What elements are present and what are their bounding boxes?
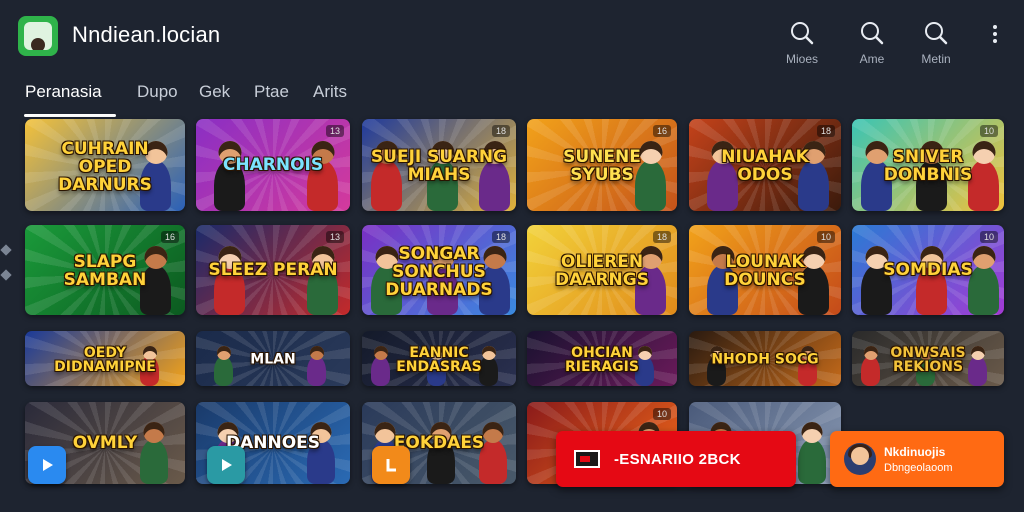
game-title: SUNENE SYUBS xyxy=(563,146,641,185)
game-card[interactable]: ONWSAIS REKIONS xyxy=(852,331,1004,386)
game-title: CHARNOIS xyxy=(222,154,324,175)
game-title: ONWSAIS REKIONS xyxy=(890,344,966,375)
age-rating-badge: 10 xyxy=(816,231,835,243)
play-button[interactable] xyxy=(28,446,66,484)
game-card[interactable]: NHODH SOCG xyxy=(689,331,841,386)
game-title: SNIVER DONBNIS xyxy=(883,146,973,185)
game-title: SOMDIAS xyxy=(883,259,973,280)
app-title: Nndiean.locian xyxy=(72,22,221,47)
age-rating-badge: 10 xyxy=(979,125,998,137)
game-card[interactable]: OLIEREN DAARNGS 18 xyxy=(527,225,677,315)
game-card[interactable]: SNIVER DONBNIS 10 xyxy=(852,119,1004,211)
play-icon xyxy=(222,459,232,471)
top-action-3[interactable]: Metin xyxy=(906,20,966,70)
top-action-label: Metin xyxy=(921,52,951,66)
top-action-1[interactable]: Mioes xyxy=(772,20,832,70)
search-icon xyxy=(925,22,948,45)
tab-gek[interactable]: Gek xyxy=(199,82,230,111)
promo-banner-orange[interactable]: Nkdinuojis Dbngeolaoom xyxy=(830,431,1004,487)
game-card[interactable]: LOUNAK DOUNCS 10 xyxy=(689,225,841,315)
app-launch-button[interactable] xyxy=(372,446,410,484)
active-tab-indicator xyxy=(24,114,116,117)
character-figure xyxy=(798,422,826,484)
avatar xyxy=(844,443,876,475)
play-icon xyxy=(43,459,53,471)
game-card[interactable]: CUHRAIN OPED DARNURS xyxy=(25,119,185,211)
game-card[interactable]: SLAPG SAMBAN 16 xyxy=(25,225,185,315)
tab-dupo[interactable]: Dupo xyxy=(137,82,178,111)
top-action-label: Ame xyxy=(859,52,885,66)
game-title: CUHRAIN OPED DARNURS xyxy=(58,138,152,195)
age-rating-badge: 13 xyxy=(325,125,344,137)
flag-icon xyxy=(574,450,600,468)
age-rating-badge: 10 xyxy=(979,231,998,243)
game-card[interactable]: SONGAR SONCHUS DUARNADS 18 xyxy=(362,225,516,315)
game-card[interactable]: CHARNOIS 13 xyxy=(196,119,350,211)
age-rating-badge: 13 xyxy=(325,231,344,243)
game-title: OEDY DIDNAMIPNE xyxy=(54,344,156,375)
age-rating-badge: 16 xyxy=(160,231,179,243)
scroll-left-icon[interactable] xyxy=(0,269,12,281)
age-rating-badge: 18 xyxy=(816,125,835,137)
game-title: SLEEZ PERAN xyxy=(208,259,338,280)
scroll-left-icon[interactable] xyxy=(0,244,12,256)
game-title: OLIEREN DAARNGS xyxy=(555,251,649,290)
game-card[interactable]: OHCIAN RIERAGIS xyxy=(527,331,677,386)
game-title: NIUAHAK ODOS xyxy=(721,146,809,185)
top-action-label: Mioes xyxy=(785,52,818,66)
age-rating-badge: 18 xyxy=(491,125,510,137)
age-rating-badge: 18 xyxy=(491,231,510,243)
age-rating-badge: 18 xyxy=(652,231,671,243)
search-icon xyxy=(791,22,814,45)
tab-ptae[interactable]: Ptae xyxy=(254,82,289,111)
promo-banner-text: -ESNARIIO 2BCK xyxy=(614,450,741,468)
game-card[interactable]: NIUAHAK ODOS 18 xyxy=(689,119,841,211)
category-tabs: Peranasia Dupo Gek Ptae Arits xyxy=(0,76,1024,117)
search-icon xyxy=(861,22,884,45)
app-logo[interactable] xyxy=(18,16,58,56)
promo-banner-subtitle: Dbngeolaoom xyxy=(884,462,953,474)
game-title: LOUNAK DOUNCS xyxy=(724,251,806,290)
game-title: SUEJI SUARNG MIAHS xyxy=(370,146,508,185)
game-title: SONGAR SONCHUS DUARNADS xyxy=(385,243,493,300)
age-rating-badge: 16 xyxy=(652,125,671,137)
game-title: MLAN xyxy=(250,350,296,367)
game-title: SLAPG SAMBAN xyxy=(63,251,147,290)
game-card[interactable]: SUEJI SUARNG MIAHS 18 xyxy=(362,119,516,211)
more-menu-icon[interactable] xyxy=(985,22,1005,48)
game-card[interactable]: OEDY DIDNAMIPNE xyxy=(25,331,185,386)
tab-arits[interactable]: Arits xyxy=(313,82,347,111)
play-button[interactable] xyxy=(207,446,245,484)
game-card[interactable]: SLEEZ PERAN 13 xyxy=(196,225,350,315)
game-card[interactable]: MLAN xyxy=(196,331,350,386)
top-action-2[interactable]: Ame xyxy=(842,20,902,70)
game-card[interactable]: EANNIC ENDASRAS xyxy=(362,331,516,386)
promo-banner-title: Nkdinuojis xyxy=(884,445,946,459)
age-rating-badge: 10 xyxy=(652,408,671,420)
game-title: OHCIAN RIERAGIS xyxy=(565,344,639,375)
game-card[interactable]: SUNENE SYUBS 16 xyxy=(527,119,677,211)
top-bar: Nndiean.locian Mioes Ame Metin xyxy=(0,0,1024,70)
game-title: EANNIC ENDASRAS xyxy=(396,344,482,375)
game-card[interactable]: SOMDIAS 10 xyxy=(852,225,1004,315)
app-icon xyxy=(386,459,396,472)
tab-peranasia[interactable]: Peranasia xyxy=(25,82,102,111)
game-title: NHODH SOCG xyxy=(711,350,819,367)
promo-banner-red[interactable]: -ESNARIIO 2BCK xyxy=(556,431,796,487)
